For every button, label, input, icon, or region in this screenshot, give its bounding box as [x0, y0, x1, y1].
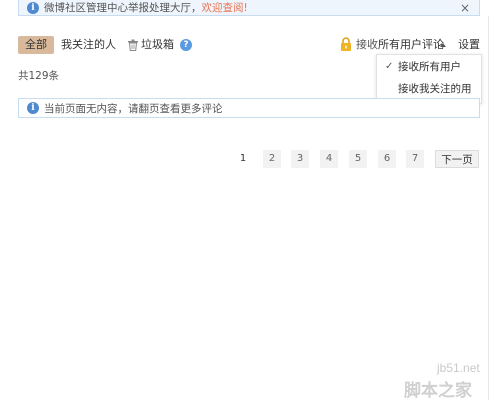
dropdown-option-label: 接收所有用户	[398, 61, 461, 73]
tab-all[interactable]: 全部	[18, 36, 54, 54]
pagination: 1 2 3 4 5 6 7 下一页	[0, 150, 500, 168]
settings-link[interactable]: 设置	[458, 36, 480, 54]
trash-icon[interactable]	[127, 39, 139, 51]
page-button[interactable]: 6	[378, 150, 396, 168]
help-icon[interactable]: ?	[180, 39, 192, 51]
page-button[interactable]: 5	[349, 150, 367, 168]
notice-bar: i 微博社区管理中心举报处理大厅， 欢迎查阅 ! ×	[18, 0, 480, 16]
lock-icon	[341, 37, 351, 51]
page-button[interactable]: 1	[234, 150, 252, 168]
receive-select[interactable]: 所有用户评论	[378, 36, 444, 54]
next-page-button[interactable]: 下一页	[435, 150, 479, 168]
empty-message-bar: i 当前页面无内容，请翻页查看更多评论	[18, 98, 480, 118]
close-icon[interactable]: ×	[460, 0, 470, 16]
tab-following[interactable]: 我关注的人	[61, 36, 116, 54]
dropdown-option-all-users[interactable]: ✓ 接收所有用户	[377, 57, 481, 77]
tab-trash[interactable]: 垃圾箱	[141, 36, 174, 54]
info-icon: i	[27, 102, 39, 114]
comment-count: 共129条	[18, 70, 60, 82]
receive-label: 接收	[356, 38, 378, 51]
panel-right-border	[488, 16, 489, 400]
page-button[interactable]: 4	[320, 150, 338, 168]
notice-link-mark: !	[243, 1, 248, 14]
page-button[interactable]: 2	[263, 150, 281, 168]
empty-message: 当前页面无内容，请翻页查看更多评论	[44, 102, 223, 115]
notice-text: 微博社区管理中心举报处理大厅，	[44, 2, 202, 14]
page-button[interactable]: 3	[291, 150, 309, 168]
filter-row: 全部 我关注的人 垃圾箱 ? 接收 所有用户评论 设置	[18, 36, 480, 54]
page-button[interactable]: 7	[406, 150, 424, 168]
watermark-brand: 脚本之家	[404, 381, 472, 401]
receive-dropdown: ✓ 接收所有用户 接收我关注的用户	[376, 54, 482, 115]
caret-up-icon[interactable]	[440, 43, 446, 47]
watermark-url: jb51.net	[437, 361, 480, 375]
notice-link[interactable]: 欢迎查阅	[202, 0, 244, 15]
info-icon: i	[27, 1, 39, 14]
check-icon: ✓	[385, 61, 394, 72]
dropdown-option-following[interactable]: 接收我关注的用户	[377, 79, 481, 115]
